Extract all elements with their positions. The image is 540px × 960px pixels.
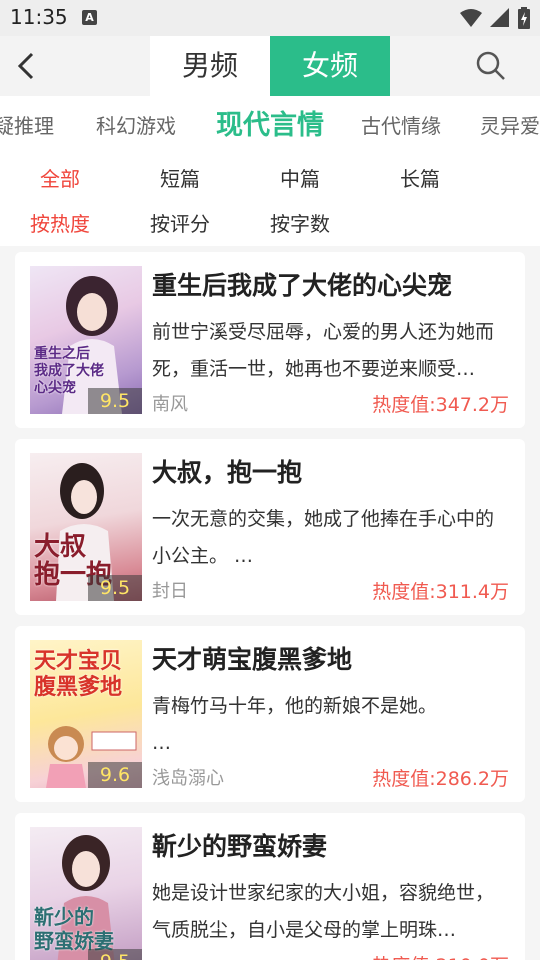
status-bar: 11:35 A [0,0,540,36]
book-card[interactable]: 天才宝贝 腹黑爹地 9.6 天才萌宝腹黑爹地 青梅竹马十年，他的新娘不是她。 …… [15,626,525,802]
book-title: 重生后我成了大佬的心尖宠 [152,271,453,300]
score-badge: 9.5 [88,575,142,601]
notification-icon: A [82,10,97,25]
back-arrow-icon [17,52,34,80]
book-description: 前世宁溪受尽屈辱，心爱的男人还为她而死，重活一世，她再也不要逆来顺受… [152,321,495,380]
heat-value: 热度值:347.2万 [372,394,509,416]
score-badge: 9.6 [88,762,142,788]
book-cover: 大叔 抱一抱 9.5 [30,453,142,601]
category-tab[interactable]: 古代情缘 [361,96,441,156]
tab-female[interactable]: 女频 [270,36,390,96]
book-card[interactable]: 重生之后 我成了大佬 心尖宠 9.5 重生后我成了大佬的心尖宠 前世宁溪受尽屈辱… [15,252,525,428]
book-title: 靳少的野蛮娇妻 [152,832,328,861]
book-cover: 重生之后 我成了大佬 心尖宠 9.5 [30,266,142,414]
status-icons [460,7,530,29]
category-tab[interactable]: 科幻游戏 [96,96,176,156]
wifi-icon [460,9,482,27]
category-tab-active[interactable]: 现代言情 [216,96,324,156]
score-badge: 9.5 [88,949,142,960]
sort-by-word-count[interactable]: 按字数 [270,209,330,239]
book-author: 浅岛溺心 [152,768,224,788]
book-card[interactable]: 大叔 抱一抱 9.5 大叔，抱一抱 一次无意的交集，她成了他捧在手心中的小公主。… [15,439,525,615]
cover-title-art: 天才宝贝 腹黑爹地 [34,648,123,700]
book-author: 南风 [152,394,188,414]
book-list: 重生之后 我成了大佬 心尖宠 9.5 重生后我成了大佬的心尖宠 前世宁溪受尽屈辱… [0,246,540,960]
book-cover: 靳少的 野蛮娇妻 9.5 [30,827,142,960]
back-button[interactable] [10,48,46,84]
category-tab[interactable]: 疑推理 [0,96,54,156]
category-tabs: 疑推理 科幻游戏 现代言情 古代情缘 灵异爱 [0,96,540,156]
category-tab[interactable]: 灵异爱 [480,96,540,156]
filter-length-medium[interactable]: 中篇 [280,164,320,194]
search-button[interactable] [474,49,508,83]
sort-by-score[interactable]: 按评分 [150,209,210,239]
top-nav: 男频 女频 [0,36,540,96]
heat-value: 热度值:286.2万 [372,768,509,790]
score-badge: 9.5 [88,388,142,414]
book-description: 青梅竹马十年，他的新娘不是她。 … [152,695,438,754]
filter-length-all[interactable]: 全部 [40,164,80,194]
book-author: 封日 [152,581,188,601]
signal-icon [490,8,509,27]
heat-value: 热度值:311.4万 [372,581,509,603]
book-description: 她是设计世家纪家的大小姐，容貌绝世，气质脱尘，自小是父母的掌上明珠… [152,882,495,941]
sort-by-heat[interactable]: 按热度 [30,209,90,239]
search-icon [476,51,505,80]
book-title: 大叔，抱一抱 [152,458,303,487]
book-card[interactable]: 靳少的 野蛮娇妻 9.5 靳少的野蛮娇妻 她是设计世家纪家的大小姐，容貌绝世，气… [15,813,525,960]
filter-panel: 全部 短篇 中篇 长篇 按热度 按评分 按字数 [0,156,540,246]
cover-title-art: 靳少的 野蛮娇妻 [34,905,114,953]
filter-length-long[interactable]: 长篇 [400,164,440,194]
book-title: 天才萌宝腹黑爹地 [152,645,353,674]
status-time: 11:35 [10,5,68,29]
tab-male[interactable]: 男频 [150,36,270,96]
book-cover: 天才宝贝 腹黑爹地 9.6 [30,640,142,788]
book-description: 一次无意的交集，她成了他捧在手心中的小公主。 … [152,508,495,567]
battery-icon [518,7,530,29]
filter-length-short[interactable]: 短篇 [160,164,200,194]
heat-value: 热度值:210.0万 [372,951,509,960]
